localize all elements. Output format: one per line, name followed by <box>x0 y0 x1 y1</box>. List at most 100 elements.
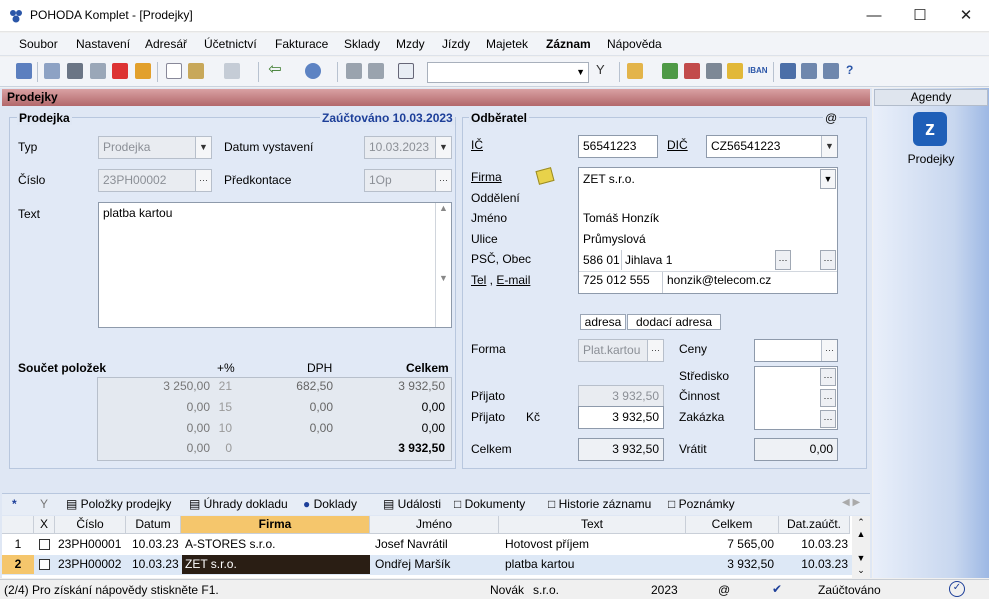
menu-zaznam[interactable]: Záznam <box>546 37 591 51</box>
text-scrollbar[interactable]: ▲ ▼ <box>435 203 451 327</box>
tab-notes[interactable]: □ Poznámky <box>668 497 735 511</box>
chevron-down-icon[interactable]: ▼ <box>821 136 837 157</box>
calculator-icon[interactable] <box>706 63 722 79</box>
preview-icon[interactable] <box>90 63 106 79</box>
close-button[interactable]: ✕ <box>943 0 989 32</box>
print-icon[interactable] <box>67 63 83 79</box>
filter-icon[interactable]: Y <box>40 497 48 511</box>
city-value[interactable]: Jihlava 1 <box>625 253 672 267</box>
order-more-button[interactable]: ··· <box>820 410 836 428</box>
agenda-icon[interactable] <box>16 63 32 79</box>
received-field[interactable]: 3 932,50 <box>578 385 664 408</box>
email-value[interactable]: honzik@telecom.cz <box>667 273 771 287</box>
layout-icon[interactable] <box>823 63 839 79</box>
monitor-icon[interactable] <box>780 63 796 79</box>
folder-icon[interactable] <box>627 63 643 79</box>
col-firm[interactable]: Firma <box>181 516 370 534</box>
chevron-down-icon[interactable]: ▼ <box>435 137 451 158</box>
row-checkbox[interactable] <box>39 539 50 550</box>
menu-fakturace[interactable]: Fakturace <box>275 37 328 51</box>
firm-value[interactable]: ZET s.r.o. <box>583 172 635 186</box>
tab-address[interactable]: adresa <box>580 314 626 330</box>
col-name[interactable]: Jméno <box>370 516 499 534</box>
text-area[interactable]: platba kartou ▲ ▼ <box>98 202 452 328</box>
sales-icon[interactable]: z <box>913 112 947 146</box>
zip-more-button[interactable]: ··· <box>820 250 836 270</box>
row-checkbox[interactable] <box>39 559 50 570</box>
received-kc-field[interactable]: 3 932,50 <box>578 406 664 429</box>
menu-adresar[interactable]: Adresář <box>145 37 187 51</box>
payment-form-field[interactable]: Plat.kartou ··· <box>578 339 664 362</box>
menu-sklady[interactable]: Sklady <box>344 37 380 51</box>
email-label[interactable]: E-mail <box>496 273 530 287</box>
table-scrollbar[interactable]: ⌃ ▲ ▼ ⌄ <box>852 516 870 578</box>
tab-events[interactable]: ▤ Události <box>383 497 441 511</box>
menu-majetek[interactable]: Majetek <box>486 37 528 51</box>
precontation-field[interactable]: 1Op ··· <box>364 169 452 192</box>
window-icon[interactable] <box>801 63 817 79</box>
tab-documents-link[interactable]: ● Doklady <box>303 497 357 511</box>
col-accounted-date[interactable]: Dat.zaúčt. <box>779 516 850 534</box>
help-icon[interactable]: ? <box>846 63 862 79</box>
tab-delivery-address[interactable]: dodací adresa <box>627 314 721 330</box>
type-select[interactable]: Prodejka ▼ <box>98 136 212 159</box>
city-more-button[interactable]: ··· <box>775 250 791 270</box>
col-total[interactable]: Celkem <box>686 516 779 534</box>
menu-nastaveni[interactable]: Nastavení <box>76 37 130 51</box>
zip-value[interactable]: 586 01 <box>583 253 620 267</box>
ic-field[interactable]: 56541223 <box>578 135 658 158</box>
menu-mzdy[interactable]: Mzdy <box>396 37 425 51</box>
menu-ucetnictvi[interactable]: Účetnictví <box>204 37 257 51</box>
menu-jizdy[interactable]: Jízdy <box>442 37 470 51</box>
pdf-icon[interactable] <box>112 63 128 79</box>
chevron-down-icon[interactable]: ▼ <box>820 169 836 189</box>
copy-icon[interactable] <box>44 63 60 79</box>
new-record-icon[interactable] <box>166 63 182 79</box>
back-icon[interactable]: ⇦ <box>267 62 283 79</box>
firm-label[interactable]: Firma <box>471 170 502 184</box>
menu-napoveda[interactable]: Nápověda <box>607 37 662 51</box>
chevron-down-icon[interactable]: ▼ <box>195 137 211 158</box>
ledger-icon[interactable] <box>662 63 678 79</box>
calendar-icon[interactable] <box>684 63 700 79</box>
more-icon[interactable]: ··· <box>821 340 837 361</box>
at-icon[interactable]: @ <box>823 111 840 125</box>
center-more-button[interactable]: ··· <box>820 368 836 386</box>
col-number[interactable]: Číslo <box>55 516 126 534</box>
tab-scroll-icon[interactable]: ◀ ▶ <box>842 497 860 508</box>
col-date[interactable]: Datum <box>126 516 181 534</box>
coins-icon[interactable] <box>727 63 743 79</box>
street-value[interactable]: Průmyslová <box>583 232 646 246</box>
clipboard-icon[interactable] <box>398 63 414 79</box>
iban-icon[interactable]: IBAN <box>748 63 768 79</box>
save-icon[interactable] <box>346 63 362 79</box>
filter-icon[interactable]: Y <box>596 63 612 79</box>
col-text[interactable]: Text <box>499 516 686 534</box>
more-icon[interactable]: ··· <box>195 170 211 191</box>
more-icon[interactable]: ··· <box>647 340 663 361</box>
asterisk-icon[interactable]: * <box>12 497 17 511</box>
ic-label[interactable]: IČ <box>471 138 483 152</box>
minimize-button[interactable]: — <box>851 0 897 32</box>
brush-icon[interactable] <box>188 63 204 79</box>
tab-payments[interactable]: ▤ Úhrady dokladu <box>189 497 288 511</box>
dic-field[interactable]: CZ56541223 ▼ <box>706 135 838 158</box>
tab-history[interactable]: □ Historie záznamu <box>548 497 651 511</box>
cancel-edit-icon[interactable] <box>368 63 384 79</box>
number-field[interactable]: 23PH00002 ··· <box>98 169 212 192</box>
dic-label[interactable]: DIČ <box>667 138 688 152</box>
quick-filter-combo[interactable]: ▼ <box>427 62 589 83</box>
name-value[interactable]: Tomáš Honzík <box>583 211 659 225</box>
tel-label[interactable]: Tel <box>471 273 486 287</box>
sidebar-item-prodejky[interactable]: Prodejky <box>873 152 989 166</box>
activity-more-button[interactable]: ··· <box>820 389 836 407</box>
settings-icon[interactable] <box>305 63 321 79</box>
tab-files[interactable]: □ Dokumenty <box>454 497 525 511</box>
tab-items[interactable]: ▤ Položky prodejky <box>66 497 171 511</box>
more-icon[interactable]: ··· <box>435 170 451 191</box>
tel-value[interactable]: 725 012 555 <box>583 273 650 287</box>
date-field[interactable]: 10.03.2023 ▼ <box>364 136 452 159</box>
grid-icon[interactable] <box>224 63 240 79</box>
export-icon[interactable] <box>135 63 151 79</box>
prices-field[interactable]: ··· <box>754 339 838 362</box>
